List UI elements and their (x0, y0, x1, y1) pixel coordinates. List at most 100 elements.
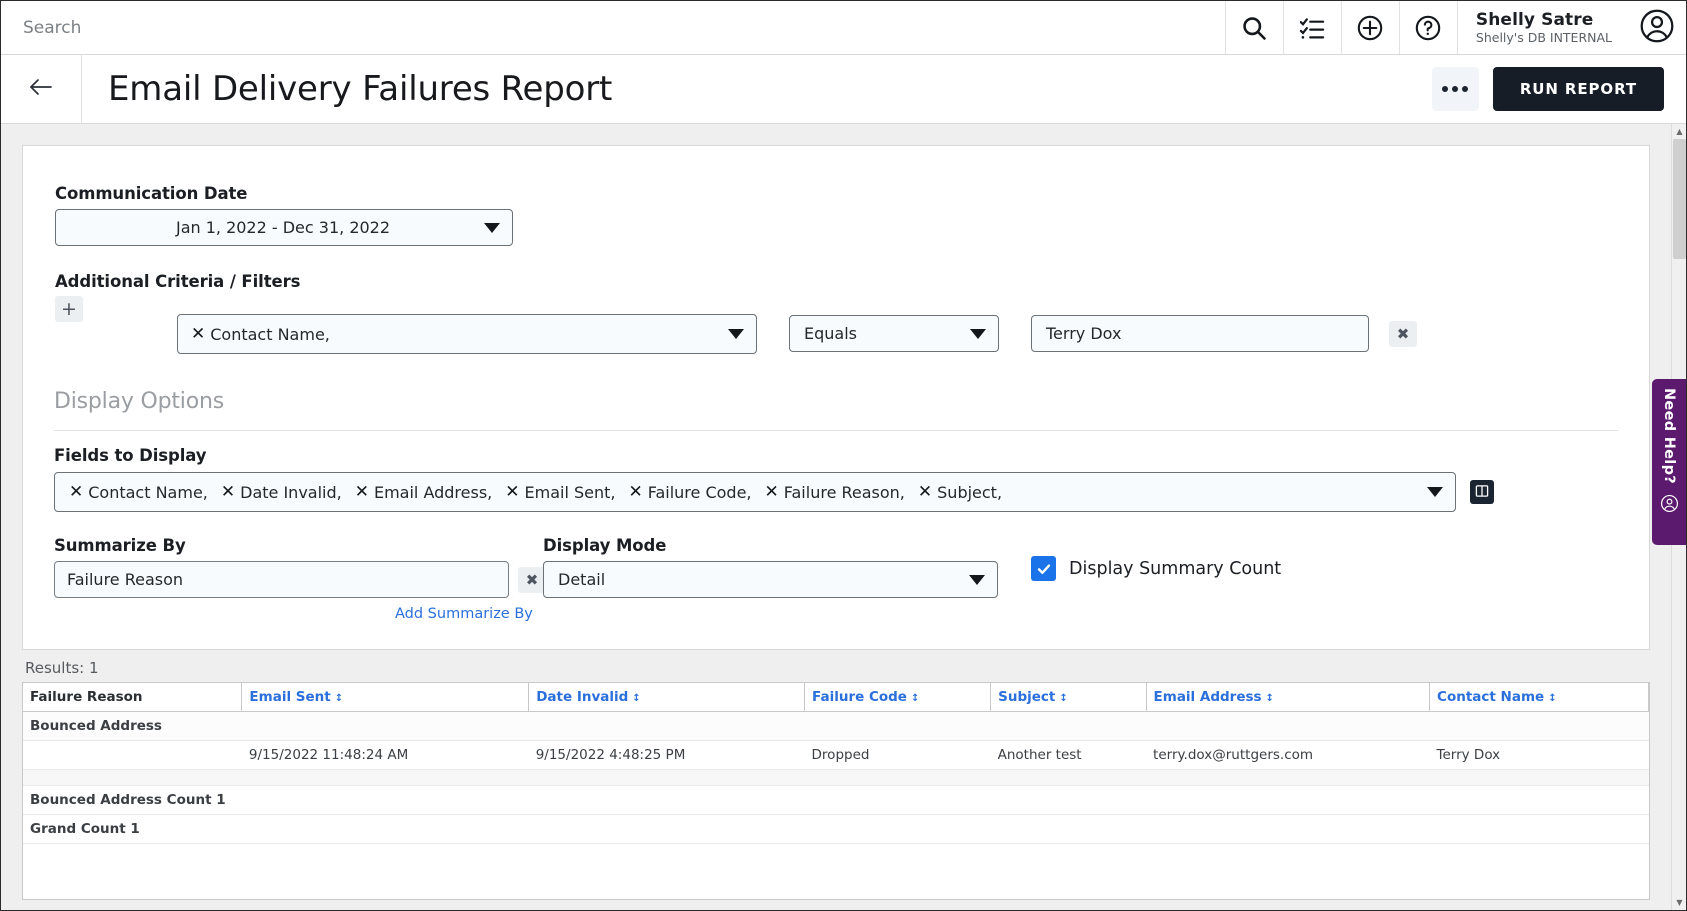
help-button[interactable] (1398, 1, 1457, 54)
search-button[interactable] (1224, 1, 1283, 54)
field-chip-label: Email Address, (373, 482, 493, 502)
kebab-dot-icon (1442, 86, 1449, 92)
back-button[interactable] (1, 55, 82, 123)
additional-criteria-label: Additional Criteria / Filters (55, 272, 301, 291)
column-chooser-button[interactable] (1470, 480, 1494, 504)
table-row: 9/15/2022 11:48:24 AM 9/15/2022 4:48:25 P… (23, 740, 1649, 770)
column-header-failure-code[interactable]: Failure Code ↕ (804, 683, 992, 712)
scrollbar-thumb[interactable] (1673, 139, 1686, 259)
avatar-button[interactable] (1628, 1, 1686, 54)
field-chip-label: Failure Reason, (783, 482, 905, 502)
cell-failure-reason (23, 740, 242, 770)
top-navigation-bar: Shelly Satre Shelly's DB INTERNAL (1, 1, 1686, 55)
remove-field-chip-icon[interactable]: ✕ (918, 483, 932, 501)
sort-arrows-icon[interactable]: ↕ (1059, 693, 1068, 704)
summarize-by-input[interactable]: Failure Reason (54, 561, 509, 598)
remove-field-chip-icon[interactable]: ✕ (765, 483, 779, 501)
column-header-date-invalid[interactable]: Date Invalid ↕ (528, 683, 806, 712)
more-options-button[interactable] (1431, 67, 1479, 111)
column-header-email-sent[interactable]: Email Sent ↕ (241, 683, 530, 712)
column-header-label: Email Address (1153, 689, 1262, 705)
kebab-dot-icon (1462, 86, 1469, 92)
chevron-down-icon (484, 222, 500, 233)
field-chip[interactable]: ✕ Failure Reason, (765, 483, 905, 502)
display-summary-count-label: Display Summary Count (1069, 558, 1282, 579)
run-report-button[interactable]: RUN REPORT (1492, 67, 1664, 111)
communication-date-select[interactable]: Jan 1, 2022 - Dec 31, 2022 (55, 209, 513, 246)
field-chip[interactable]: ✕ Email Sent, (505, 483, 615, 502)
sort-arrows-icon[interactable]: ↕ (632, 693, 641, 704)
report-builder-window: Shelly Satre Shelly's DB INTERNAL Email … (0, 0, 1687, 911)
field-chip[interactable]: ✕ Failure Code, (628, 483, 751, 502)
remove-field-chip-icon[interactable]: ✕ (191, 325, 205, 343)
remove-filter-row-button[interactable]: ✖ (1389, 321, 1417, 347)
user-avatar-icon (1639, 8, 1675, 48)
summarize-by-value: Failure Reason (67, 570, 184, 589)
remove-field-chip-icon[interactable]: ✕ (69, 483, 83, 501)
help-circle-icon (1414, 14, 1442, 42)
remove-field-chip-icon[interactable]: ✕ (221, 483, 235, 501)
fields-to-display-label: Fields to Display (54, 446, 207, 465)
remove-field-chip-icon[interactable]: ✕ (355, 483, 369, 501)
field-chip[interactable]: ✕ Email Address, (355, 483, 493, 502)
fields-to-display-select[interactable]: ✕ Contact Name, ✕ Date Invalid, ✕ Email Addre… (54, 472, 1456, 512)
communication-date-label: Communication Date (55, 184, 248, 203)
add-summarize-by-link[interactable]: Add Summarize By (395, 606, 533, 622)
column-header-label: Email Sent (249, 689, 331, 705)
column-header-email-address[interactable]: Email Address ↕ (1146, 683, 1431, 712)
search-icon (1240, 14, 1268, 42)
search-input[interactable] (1, 1, 421, 54)
column-header-failure-reason: Failure Reason (23, 683, 243, 712)
results-table-container: Failure Reason Email Sent ↕ Date Invalid ↕ Fa… (22, 682, 1650, 900)
page-title-bar: Email Delivery Failures Report RUN REPOR… (1, 55, 1686, 124)
sort-arrows-icon[interactable]: ↕ (1548, 693, 1557, 704)
add-button[interactable] (1340, 1, 1399, 54)
display-mode-select[interactable]: Detail (543, 561, 998, 598)
display-summary-count-row[interactable]: Display Summary Count (1031, 556, 1281, 581)
user-account-menu[interactable]: Shelly Satre Shelly's DB INTERNAL (1456, 1, 1628, 54)
chevron-down-icon (970, 328, 986, 339)
remove-field-chip-icon[interactable]: ✕ (628, 483, 642, 501)
sort-arrows-icon[interactable]: ↕ (335, 693, 344, 704)
columns-icon (1475, 483, 1489, 502)
cell-email-address: terry.dox@ruttgers.com (1146, 740, 1430, 770)
group-count-label: Bounced Address Count 1 (23, 785, 1649, 815)
cell-contact-name: Terry Dox (1429, 740, 1649, 770)
field-chip[interactable]: ✕ Subject, (918, 483, 1002, 502)
group-count-row: Bounced Address Count 1 (23, 785, 1649, 815)
filter-operator-select[interactable]: Equals (789, 315, 999, 352)
spacer-cell (23, 769, 1649, 786)
field-chip[interactable]: ✕ Date Invalid, (221, 483, 342, 502)
clear-summarize-by-button[interactable]: ✖ (518, 567, 546, 593)
user-name: Shelly Satre (1475, 10, 1594, 30)
user-organization: Shelly's DB INTERNAL (1475, 30, 1612, 45)
sort-arrows-icon[interactable]: ↕ (1266, 693, 1275, 704)
chevron-down-icon (728, 329, 744, 339)
scroll-up-arrow-icon[interactable]: ▲ (1672, 124, 1686, 139)
grand-count-row: Grand Count 1 (23, 814, 1649, 844)
filter-field-select[interactable]: ✕ Contact Name, (177, 314, 757, 354)
filter-value-input[interactable]: Terry Dox (1031, 315, 1369, 352)
spacer-row (23, 769, 1649, 786)
filter-field-value: Contact Name, (210, 324, 330, 344)
add-filter-button[interactable]: + (55, 296, 83, 322)
display-summary-count-checkbox[interactable] (1031, 556, 1056, 581)
sort-arrows-icon[interactable]: ↕ (911, 693, 920, 704)
person-circle-icon (1660, 494, 1679, 517)
remove-field-chip-icon[interactable]: ✕ (505, 483, 519, 501)
column-header-contact-name[interactable]: Contact Name ↕ (1429, 683, 1649, 712)
scroll-down-arrow-icon[interactable]: ▼ (1672, 895, 1686, 910)
field-chip-label: Date Invalid, (240, 482, 342, 502)
field-chip-list: ✕ Contact Name, ✕ Date Invalid, ✕ Email Addre… (69, 483, 1427, 502)
field-chip[interactable]: ✕ Contact Name, (69, 483, 208, 502)
task-list-button[interactable] (1282, 1, 1341, 54)
column-header-label: Date Invalid (536, 689, 629, 705)
need-help-label: Need Help? (1661, 388, 1677, 484)
field-chip-label: Failure Code, (647, 482, 752, 502)
chevron-down-icon (1427, 487, 1443, 497)
kebab-dot-icon (1452, 86, 1459, 92)
column-header-label: Failure Reason (30, 689, 143, 705)
need-help-tab[interactable]: Need Help? (1652, 379, 1686, 545)
column-header-subject[interactable]: Subject ↕ (990, 683, 1147, 712)
results-table: Failure Reason Email Sent ↕ Date Invalid ↕ Fa… (23, 683, 1649, 844)
